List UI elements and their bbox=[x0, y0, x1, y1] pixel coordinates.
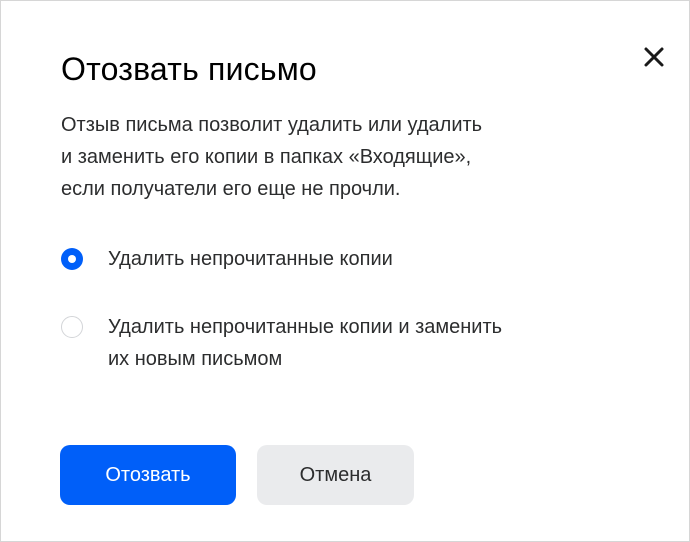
dialog-description: Отзыв письма позволит удалить или удалит… bbox=[61, 109, 621, 205]
option-delete-unread[interactable]: Удалить непрочитанные копии bbox=[61, 243, 393, 275]
close-button[interactable] bbox=[637, 40, 671, 74]
option-label: Удалить непрочитанные копии и заменить и… bbox=[108, 311, 502, 375]
radio-delete-unread[interactable] bbox=[61, 248, 83, 270]
dialog-title: Отозвать письмо bbox=[61, 51, 317, 87]
radio-delete-and-replace[interactable] bbox=[61, 316, 83, 338]
cancel-button[interactable]: Отмена bbox=[257, 445, 414, 505]
option-label-line: Удалить непрочитанные копии и заменить bbox=[108, 316, 503, 338]
option-label: Удалить непрочитанные копии bbox=[108, 243, 393, 275]
description-line: и заменить его копии в папках «Входящие»… bbox=[61, 146, 472, 168]
option-label-line: их новым письмом bbox=[108, 348, 283, 370]
close-icon bbox=[644, 47, 664, 67]
option-label-line: Удалить непрочитанные копии bbox=[108, 248, 393, 270]
option-delete-and-replace[interactable]: Удалить непрочитанные копии и заменить и… bbox=[61, 311, 502, 375]
description-line: Отзыв письма позволит удалить или удалит… bbox=[61, 114, 483, 136]
recall-button[interactable]: Отозвать bbox=[60, 445, 236, 505]
recall-email-dialog: Отозвать письмо Отзыв письма позволит уд… bbox=[0, 0, 690, 542]
description-line: если получатели его еще не прочли. bbox=[61, 178, 401, 200]
